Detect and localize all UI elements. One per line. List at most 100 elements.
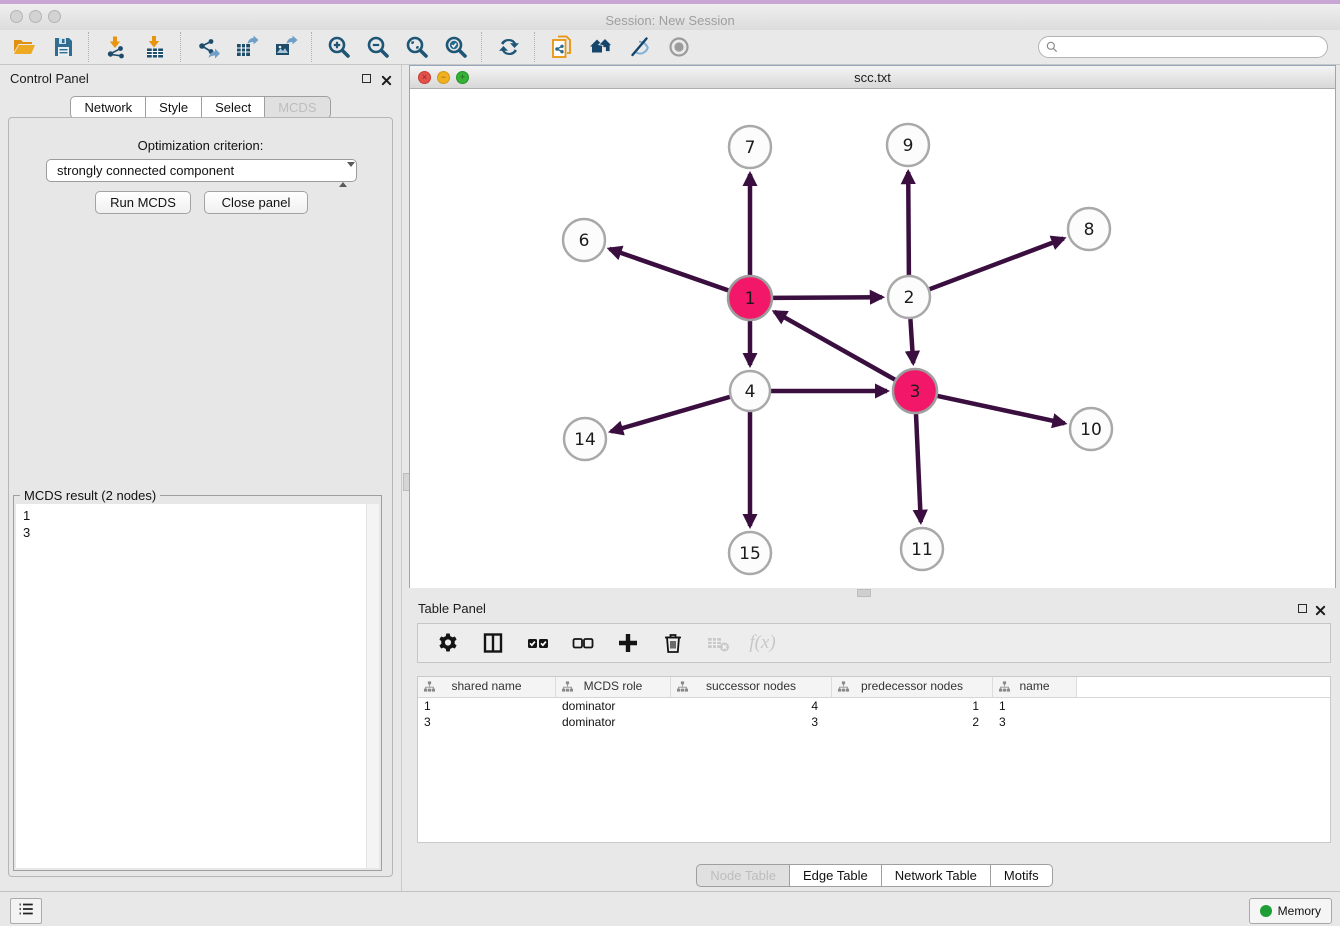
open-folder-icon[interactable] bbox=[10, 34, 37, 61]
node-4[interactable]: 4 bbox=[730, 371, 770, 411]
column-header-successor-nodes[interactable]: successor nodes bbox=[671, 677, 832, 697]
table-tab-network-table[interactable]: Network Table bbox=[881, 864, 991, 887]
mcds-result-list[interactable]: 13 bbox=[16, 504, 379, 868]
table-float-icon[interactable] bbox=[1298, 604, 1307, 613]
table-close-icon[interactable] bbox=[1315, 603, 1326, 614]
split-panel-icon[interactable] bbox=[479, 630, 506, 657]
result-scrollbar[interactable] bbox=[366, 504, 379, 868]
node-7[interactable]: 7 bbox=[729, 126, 771, 168]
task-history-button[interactable] bbox=[10, 898, 42, 924]
edge-3-1[interactable] bbox=[774, 312, 895, 380]
close-panel-button[interactable]: Close panel bbox=[204, 191, 308, 214]
tab-network[interactable]: Network bbox=[70, 96, 146, 119]
column-label: MCDS role bbox=[584, 679, 643, 693]
network-canvas[interactable]: 7 9 6 8 1 2 4 3 14 10 15 11 bbox=[410, 89, 1335, 588]
table-toolbar: f(x) bbox=[417, 623, 1331, 663]
table-tab-motifs[interactable]: Motifs bbox=[990, 864, 1053, 887]
column-header-name[interactable]: name bbox=[993, 677, 1077, 697]
import-network-icon[interactable] bbox=[102, 34, 129, 61]
node-8[interactable]: 8 bbox=[1068, 208, 1110, 250]
frame-minimize-icon[interactable]: − bbox=[437, 71, 450, 84]
result-line: 3 bbox=[23, 524, 379, 541]
search-field-wrap bbox=[1038, 36, 1328, 58]
table-cell[interactable]: 3 bbox=[418, 714, 556, 730]
network-window-titlebar: scc.txt × − + bbox=[410, 66, 1335, 89]
run-mcds-button[interactable]: Run MCDS bbox=[95, 191, 191, 214]
table-cell[interactable]: 1 bbox=[832, 698, 993, 714]
node-14[interactable]: 14 bbox=[564, 418, 606, 460]
hierarchy-icon bbox=[423, 680, 436, 693]
toolbar-separator bbox=[481, 32, 483, 62]
save-icon[interactable] bbox=[49, 34, 76, 61]
clone-network-icon[interactable] bbox=[548, 34, 575, 61]
edge-3-10[interactable] bbox=[938, 396, 1065, 423]
float-panel-icon[interactable] bbox=[362, 74, 371, 83]
edge-4-14[interactable] bbox=[611, 397, 730, 432]
optimization-dropdown[interactable]: strongly connected component bbox=[46, 159, 357, 182]
hide-panels-icon[interactable] bbox=[626, 34, 653, 61]
node-6[interactable]: 6 bbox=[563, 219, 605, 261]
refresh-icon[interactable] bbox=[495, 34, 522, 61]
table-cell[interactable]: 2 bbox=[832, 714, 993, 730]
zoom-out-icon[interactable] bbox=[364, 34, 391, 61]
node-9[interactable]: 9 bbox=[887, 124, 929, 166]
table-cell[interactable]: dominator bbox=[556, 714, 671, 730]
column-label: successor nodes bbox=[706, 679, 796, 693]
export-image-icon[interactable] bbox=[272, 34, 299, 61]
zoom-selected-icon[interactable] bbox=[442, 34, 469, 61]
zoom-fit-icon[interactable] bbox=[403, 34, 430, 61]
table-cell[interactable]: 1 bbox=[418, 698, 556, 714]
close-panel-icon[interactable] bbox=[381, 73, 392, 84]
node-15[interactable]: 15 bbox=[729, 532, 771, 574]
column-header-MCDS-role[interactable]: MCDS role bbox=[556, 677, 671, 697]
column-header-predecessor-nodes[interactable]: predecessor nodes bbox=[832, 677, 993, 697]
horizontal-splitter-grip[interactable] bbox=[857, 589, 871, 597]
table-row[interactable]: 1dominator411 bbox=[418, 698, 1330, 714]
edge-2-8[interactable] bbox=[930, 239, 1064, 290]
unselect-all-rows-icon[interactable] bbox=[569, 630, 596, 657]
add-column-icon[interactable] bbox=[614, 630, 641, 657]
export-table-icon[interactable] bbox=[233, 34, 260, 61]
node-label: 7 bbox=[745, 138, 756, 158]
main-toolbar bbox=[0, 30, 1340, 65]
node-1[interactable]: 1 bbox=[728, 276, 772, 320]
search-icon bbox=[1045, 40, 1059, 54]
search-input[interactable] bbox=[1038, 36, 1328, 58]
column-header-shared-name[interactable]: shared name bbox=[418, 677, 556, 697]
memory-button[interactable]: Memory bbox=[1249, 898, 1332, 924]
table-cell[interactable]: dominator bbox=[556, 698, 671, 714]
home-icon[interactable] bbox=[587, 34, 614, 61]
export-network-icon[interactable] bbox=[194, 34, 221, 61]
network-window-title: scc.txt bbox=[410, 66, 1335, 89]
tab-style[interactable]: Style bbox=[145, 96, 202, 119]
node-11[interactable]: 11 bbox=[901, 528, 943, 570]
table-tabs: Node TableEdge TableNetwork TableMotifs bbox=[409, 864, 1340, 887]
tab-mcds[interactable]: MCDS bbox=[264, 96, 330, 119]
table-cell[interactable]: 3 bbox=[671, 714, 832, 730]
edge-2-9[interactable] bbox=[908, 172, 909, 275]
table-tab-node-table[interactable]: Node Table bbox=[696, 864, 790, 887]
node-label: 6 bbox=[579, 231, 590, 251]
edge-2-3[interactable] bbox=[910, 319, 913, 363]
node-10[interactable]: 10 bbox=[1070, 408, 1112, 450]
edge-1-6[interactable] bbox=[610, 249, 729, 291]
node-2[interactable]: 2 bbox=[888, 276, 930, 318]
table-cell[interactable]: 1 bbox=[993, 698, 1077, 714]
node-3[interactable]: 3 bbox=[893, 369, 937, 413]
import-table-icon[interactable] bbox=[141, 34, 168, 61]
table-row[interactable]: 3dominator323 bbox=[418, 714, 1330, 730]
edge-1-2[interactable] bbox=[773, 297, 882, 298]
hierarchy-icon bbox=[998, 680, 1011, 693]
frame-zoom-icon[interactable]: + bbox=[456, 71, 469, 84]
zoom-in-icon[interactable] bbox=[325, 34, 352, 61]
table-tab-edge-table[interactable]: Edge Table bbox=[789, 864, 882, 887]
select-all-rows-icon[interactable] bbox=[524, 630, 551, 657]
frame-close-icon[interactable]: × bbox=[418, 71, 431, 84]
tab-select[interactable]: Select bbox=[201, 96, 265, 119]
edge-3-11[interactable] bbox=[916, 414, 921, 522]
delete-column-icon[interactable] bbox=[659, 630, 686, 657]
table-cell[interactable]: 3 bbox=[993, 714, 1077, 730]
table-cell[interactable]: 4 bbox=[671, 698, 832, 714]
column-settings-icon[interactable] bbox=[434, 630, 461, 657]
table-panel-title: Table Panel bbox=[418, 601, 486, 616]
